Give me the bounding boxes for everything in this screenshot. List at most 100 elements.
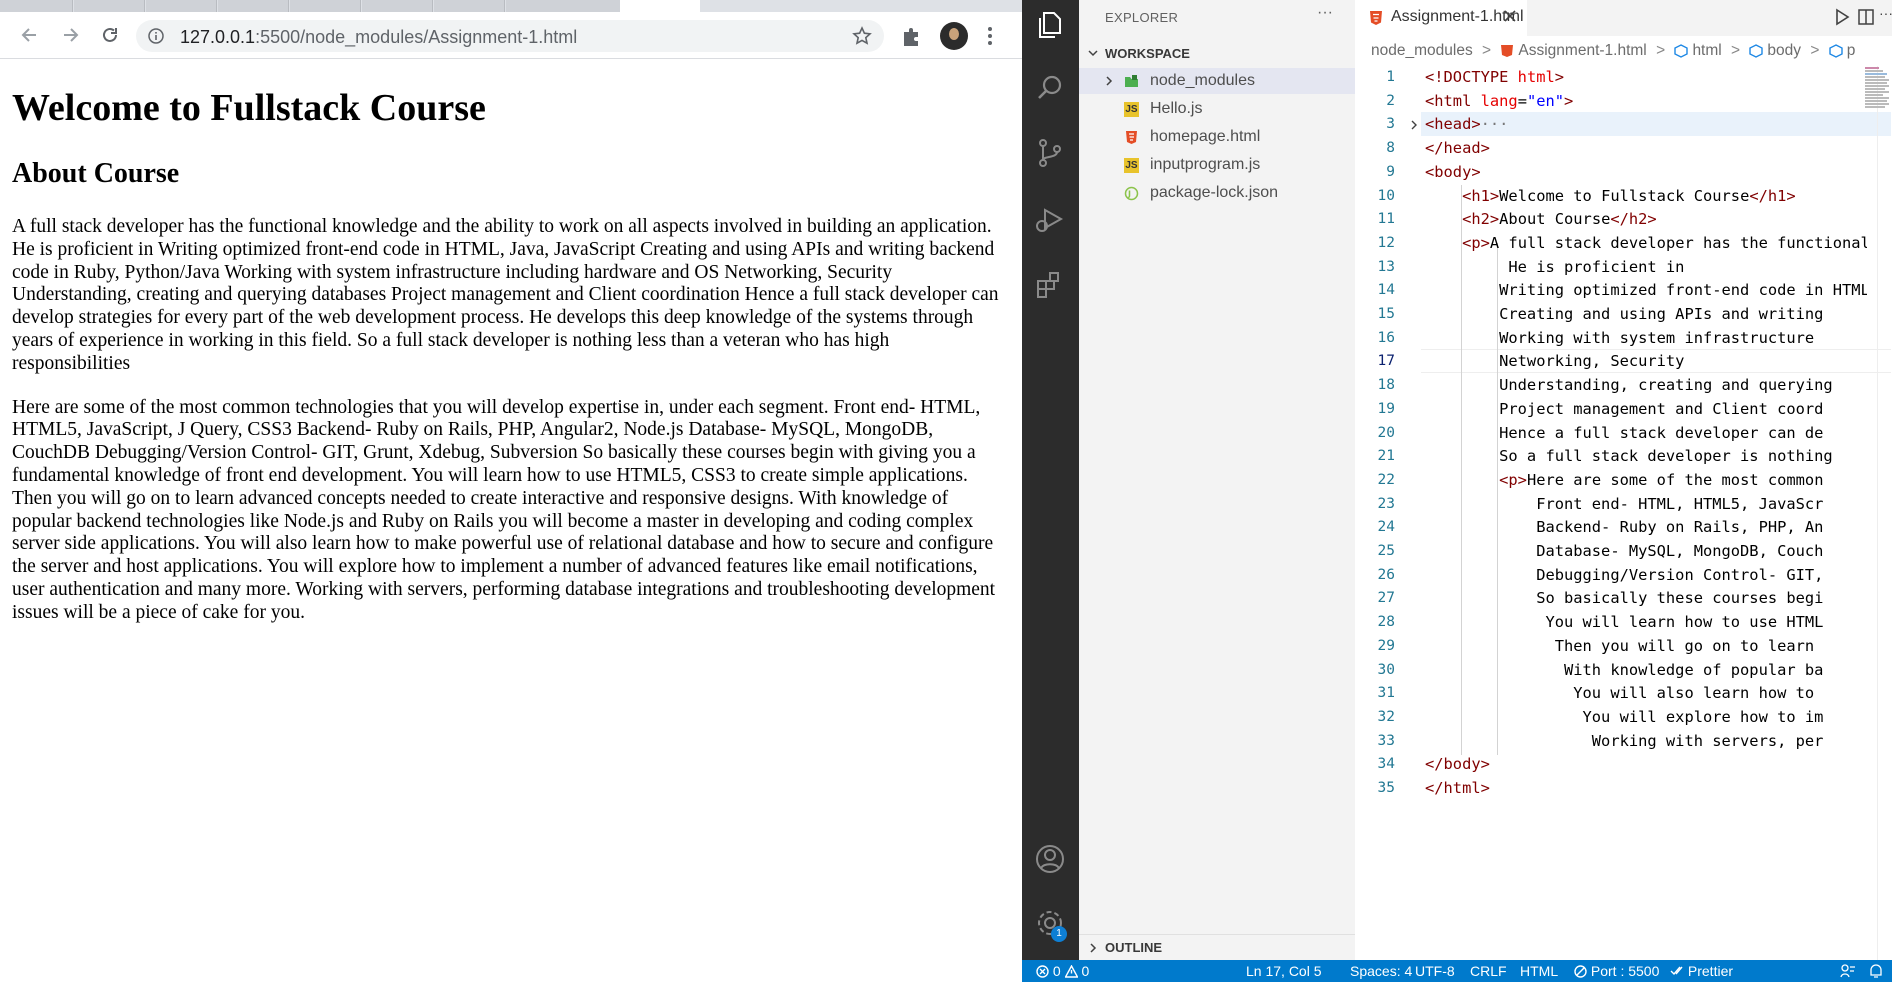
- code-line[interactable]: You will explore how to im: [1425, 706, 1867, 730]
- minimap[interactable]: [1865, 66, 1892, 126]
- breadcrumb-item[interactable]: Assignment-1.html: [1518, 42, 1646, 60]
- line-number: 20: [1377, 424, 1395, 441]
- code-line[interactable]: You will also learn how to: [1425, 682, 1867, 706]
- code-token: >: [1564, 91, 1574, 110]
- code-line[interactable]: You will learn how to use HTML: [1425, 611, 1867, 635]
- browser-tab[interactable]: [362, 0, 433, 12]
- indentation-setting[interactable]: Spaces: 4: [1350, 963, 1412, 979]
- problems-indicator[interactable]: 0 0: [1036, 963, 1089, 979]
- more-actions-icon[interactable]: ···: [1879, 5, 1892, 21]
- browser-tab[interactable]: [0, 0, 73, 12]
- url-text[interactable]: 127.0.0.1:5500/node_modules/Assignment-1…: [180, 27, 577, 48]
- address-bar[interactable]: 127.0.0.1:5500/node_modules/Assignment-1…: [136, 20, 884, 52]
- code-line[interactable]: Networking, Security: [1425, 350, 1867, 374]
- code-line[interactable]: <p>Here are some of the most common: [1425, 469, 1867, 493]
- editor-tab-assignment[interactable]: Assignment-1.html: [1355, 0, 1527, 36]
- search-icon[interactable]: [1033, 71, 1067, 105]
- browser-tab[interactable]: [74, 0, 145, 12]
- breadcrumb-separator: >: [1482, 42, 1492, 59]
- explorer-files-icon[interactable]: [1033, 8, 1067, 42]
- code-line[interactable]: <h2>About Course</h2>: [1425, 208, 1867, 232]
- code-line[interactable]: </head>: [1425, 137, 1867, 161]
- code-line[interactable]: He is proficient in: [1425, 256, 1867, 280]
- close-icon[interactable]: [1503, 9, 1517, 23]
- info-icon[interactable]: [148, 28, 164, 44]
- code-token: Working with servers, per: [1425, 731, 1824, 750]
- file-item-homepage-html[interactable]: homepage.html: [1079, 124, 1355, 150]
- run-play-icon[interactable]: [1833, 8, 1851, 26]
- encoding-setting[interactable]: UTF-8: [1415, 963, 1455, 979]
- live-server-port[interactable]: Port : 5500: [1574, 963, 1659, 979]
- file-item-package-lock-json[interactable]: J package-lock.json: [1079, 180, 1355, 206]
- code-line[interactable]: Working with system infrastructure: [1425, 327, 1867, 351]
- symbol-cube-icon: [1674, 44, 1689, 58]
- file-item-hello-js[interactable]: JS Hello.js: [1079, 96, 1355, 122]
- code-line[interactable]: So a full stack developer is nothing: [1425, 445, 1867, 469]
- split-editor-icon[interactable]: [1857, 8, 1875, 26]
- code-line[interactable]: Writing optimized front-end code in HTML: [1425, 279, 1867, 303]
- breadcrumb-item[interactable]: html: [1692, 42, 1721, 60]
- reload-button[interactable]: [96, 21, 124, 49]
- code-token: About Course: [1499, 210, 1611, 229]
- browser-menu-icon[interactable]: [986, 24, 994, 48]
- notifications-bell-icon[interactable]: [1868, 964, 1884, 978]
- accounts-icon[interactable]: [1033, 842, 1067, 876]
- code-line[interactable]: Front end- HTML, HTML5, JavaScr: [1425, 493, 1867, 517]
- extensions-puzzle-icon[interactable]: [900, 26, 924, 48]
- browser-tab[interactable]: [290, 0, 361, 12]
- breadcrumb-item[interactable]: node_modules: [1371, 42, 1473, 60]
- cursor-position[interactable]: Ln 17, Col 5: [1246, 963, 1322, 979]
- extensions-icon[interactable]: [1033, 268, 1067, 302]
- forward-button[interactable]: [56, 21, 84, 49]
- code-line[interactable]: Creating and using APIs and writing: [1425, 303, 1867, 327]
- code-line[interactable]: </html>: [1425, 777, 1867, 801]
- workspace-section-header[interactable]: WORKSPACE: [1079, 44, 1355, 66]
- source-control-icon[interactable]: [1033, 136, 1067, 170]
- file-item-node-modules[interactable]: node_modules: [1079, 68, 1355, 94]
- outline-section-header[interactable]: OUTLINE: [1079, 934, 1355, 959]
- browser-tab[interactable]: [218, 0, 289, 12]
- code-line[interactable]: Backend- Ruby on Rails, PHP, An: [1425, 516, 1867, 540]
- breadcrumb-item[interactable]: p: [1847, 42, 1856, 60]
- code-line[interactable]: Database- MySQL, MongoDB, Couch: [1425, 540, 1867, 564]
- browser-tab-active[interactable]: [620, 0, 700, 12]
- breadcrumb-item[interactable]: body: [1767, 42, 1801, 60]
- prettier-formatter[interactable]: Prettier: [1670, 963, 1733, 979]
- code-line[interactable]: So basically these courses begi: [1425, 587, 1867, 611]
- code-line[interactable]: <html lang="en">: [1425, 90, 1867, 114]
- code-line[interactable]: Project management and Client coord: [1425, 398, 1867, 422]
- line-number: 32: [1377, 708, 1395, 725]
- code-line[interactable]: Hence a full stack developer can de: [1425, 422, 1867, 446]
- feedback-icon[interactable]: [1840, 964, 1856, 978]
- line-number: 26: [1377, 566, 1395, 583]
- browser-tab[interactable]: [506, 0, 621, 12]
- code-line[interactable]: Working with servers, per: [1425, 730, 1867, 754]
- eol-setting[interactable]: CRLF: [1470, 963, 1507, 979]
- code-line[interactable]: <head>···: [1425, 113, 1867, 137]
- json-icon: J: [1124, 186, 1139, 201]
- browser-tab[interactable]: [434, 0, 505, 12]
- file-item-inputprogram-js[interactable]: JS inputprogram.js: [1079, 152, 1355, 178]
- tab-strip: [0, 0, 1022, 12]
- run-debug-icon[interactable]: [1033, 202, 1067, 236]
- folder-icon: [1125, 75, 1138, 87]
- bookmark-star-icon[interactable]: [852, 26, 872, 46]
- browser-tab[interactable]: [146, 0, 217, 12]
- code-line[interactable]: With knowledge of popular ba: [1425, 659, 1867, 683]
- code-line[interactable]: Debugging/Version Control- GIT,: [1425, 564, 1867, 588]
- code-line[interactable]: <p>A full stack developer has the functi…: [1425, 232, 1867, 256]
- code-line[interactable]: </body>: [1425, 753, 1867, 777]
- code-line[interactable]: <body>: [1425, 161, 1867, 185]
- editor-scrollbar[interactable]: [1877, 66, 1892, 960]
- explorer-more-actions[interactable]: ···: [1317, 4, 1333, 22]
- language-mode[interactable]: HTML: [1520, 963, 1558, 979]
- code-line[interactable]: <!DOCTYPE html>: [1425, 66, 1867, 90]
- html5-icon: [1126, 131, 1137, 144]
- code-line[interactable]: <h1>Welcome to Fullstack Course</h1>: [1425, 185, 1867, 209]
- code-editor[interactable]: 1 <!DOCTYPE html> 2 <html lang="en"> 3 <head>…: [1355, 66, 1867, 806]
- back-button[interactable]: [16, 21, 44, 49]
- code-line[interactable]: Understanding, creating and querying: [1425, 374, 1867, 398]
- profile-avatar[interactable]: [940, 22, 968, 50]
- code-token: <h1>: [1462, 186, 1500, 205]
- code-line[interactable]: Then you will go on to learn: [1425, 635, 1867, 659]
